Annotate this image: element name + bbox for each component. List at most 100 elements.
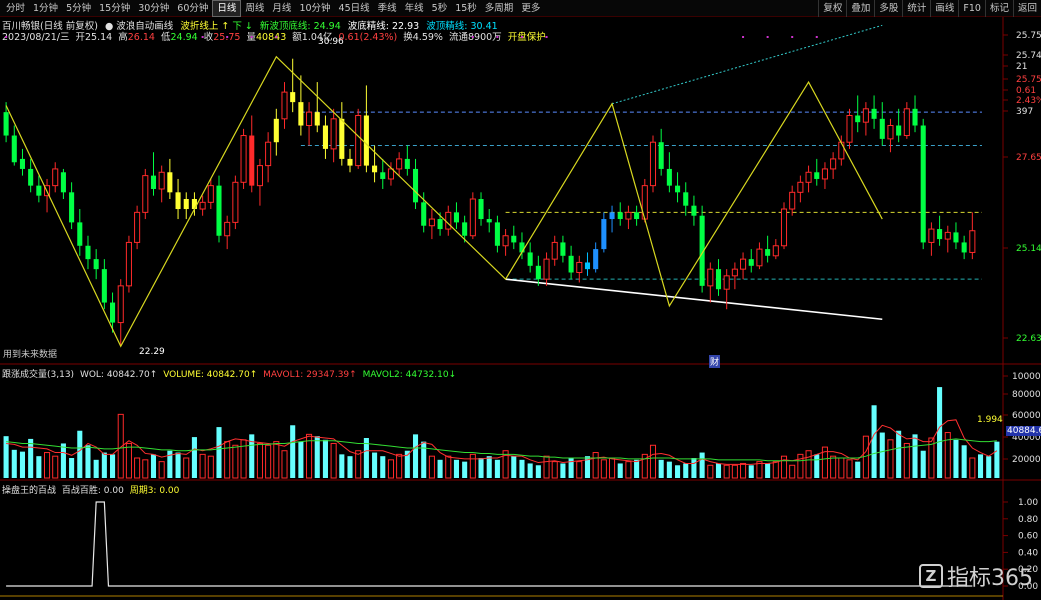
volume-bar [535, 465, 541, 478]
candle [125, 241, 132, 287]
candle [142, 175, 149, 213]
candle [240, 135, 247, 183]
volume-bar [789, 464, 796, 479]
volume-bar [871, 405, 877, 478]
marker-dot [545, 36, 548, 38]
candle [396, 158, 403, 170]
candle [191, 199, 197, 210]
volume-bar [617, 463, 623, 478]
candle [731, 268, 738, 277]
candle [805, 171, 812, 183]
marker-dot [275, 36, 278, 38]
candle [478, 199, 484, 220]
candle [789, 191, 796, 210]
volume-bar [748, 465, 754, 478]
candle [871, 108, 877, 119]
volume-bar [609, 457, 616, 479]
volume-bar [478, 458, 484, 478]
indicator-axis-label: 0.80 [1018, 515, 1038, 525]
chart-window: { "toolbar":{ "tabs":["分时","1分钟","5分钟","… [0, 0, 1041, 600]
volume-bar [85, 445, 91, 478]
candle [928, 228, 935, 243]
candle [560, 242, 566, 256]
volume-bar [380, 456, 386, 478]
candle [527, 252, 533, 266]
candle [265, 141, 272, 167]
volume-bar [511, 456, 517, 478]
volume-bar [666, 461, 672, 478]
volume-bar [412, 434, 419, 478]
candle [175, 192, 181, 210]
candle [862, 108, 869, 123]
candle [780, 208, 788, 247]
candle [428, 218, 435, 227]
candle [167, 172, 173, 193]
candle [273, 118, 279, 143]
volume-bar [3, 436, 9, 478]
candle [380, 172, 386, 179]
volume-bar [691, 458, 697, 478]
chart-canvas[interactable]: 25.7525.742125.750.612.43%39727.6525.142… [0, 0, 1041, 600]
volume-bar [43, 452, 51, 479]
marker-dot [791, 36, 794, 38]
volume-bar [699, 452, 705, 478]
candle [649, 141, 657, 187]
price-axis-label: 27.65 [1016, 153, 1041, 163]
candle [404, 158, 410, 169]
candle [207, 185, 214, 203]
candle [290, 92, 296, 103]
candle [953, 232, 959, 243]
price-trough-label: 22.29 [139, 347, 165, 357]
volume-bar [896, 430, 902, 478]
candle [69, 192, 75, 223]
finance-badge[interactable]: 财 [709, 355, 721, 368]
candle [666, 168, 672, 186]
candle [903, 108, 910, 137]
candle [855, 115, 861, 123]
volume-bar [519, 459, 525, 478]
price-peak-label: 30.96 [318, 37, 344, 47]
volume-bar [551, 461, 558, 479]
candle [797, 181, 804, 193]
candle [519, 242, 525, 253]
volume-bar [846, 459, 853, 479]
volume-bar [428, 455, 435, 479]
candle [609, 212, 615, 220]
candle [216, 185, 222, 236]
volume-bar [256, 442, 263, 479]
volume-bar [421, 441, 427, 478]
candle [183, 199, 189, 210]
candle [584, 262, 591, 270]
candle [453, 212, 460, 223]
watermark-logo: Z 指标365 [919, 560, 1033, 592]
watermark-icon: Z [919, 564, 943, 588]
candle [60, 172, 66, 193]
volume-bar [134, 457, 141, 479]
mavol2-value: MAVOL2: 44732.10↓ [362, 370, 457, 380]
volume-bar [715, 463, 722, 478]
price-axis-label: 397 [1016, 107, 1033, 117]
candle [838, 141, 845, 160]
volume-bar [658, 459, 664, 478]
volume-bar [77, 430, 83, 478]
indicator-axis-label: 0.40 [1018, 548, 1038, 558]
signal-line [6, 501, 973, 587]
candle [232, 181, 239, 223]
volume-bar [207, 455, 214, 479]
volume-bar [634, 459, 640, 478]
volume-bar [36, 456, 42, 478]
marker-dot [201, 36, 204, 38]
volume-bar [937, 387, 943, 478]
volume-bar [445, 455, 452, 479]
candle [846, 114, 853, 143]
candle [11, 135, 17, 163]
candle [322, 125, 328, 149]
volume-bar [52, 455, 59, 479]
volume-bar [28, 438, 34, 478]
volume-bar [961, 445, 967, 478]
volume-bar [862, 435, 869, 479]
marker-dot [496, 36, 499, 38]
candle [879, 118, 885, 139]
future-data-label: 用到未来数据 [3, 350, 58, 360]
candle [691, 205, 697, 216]
